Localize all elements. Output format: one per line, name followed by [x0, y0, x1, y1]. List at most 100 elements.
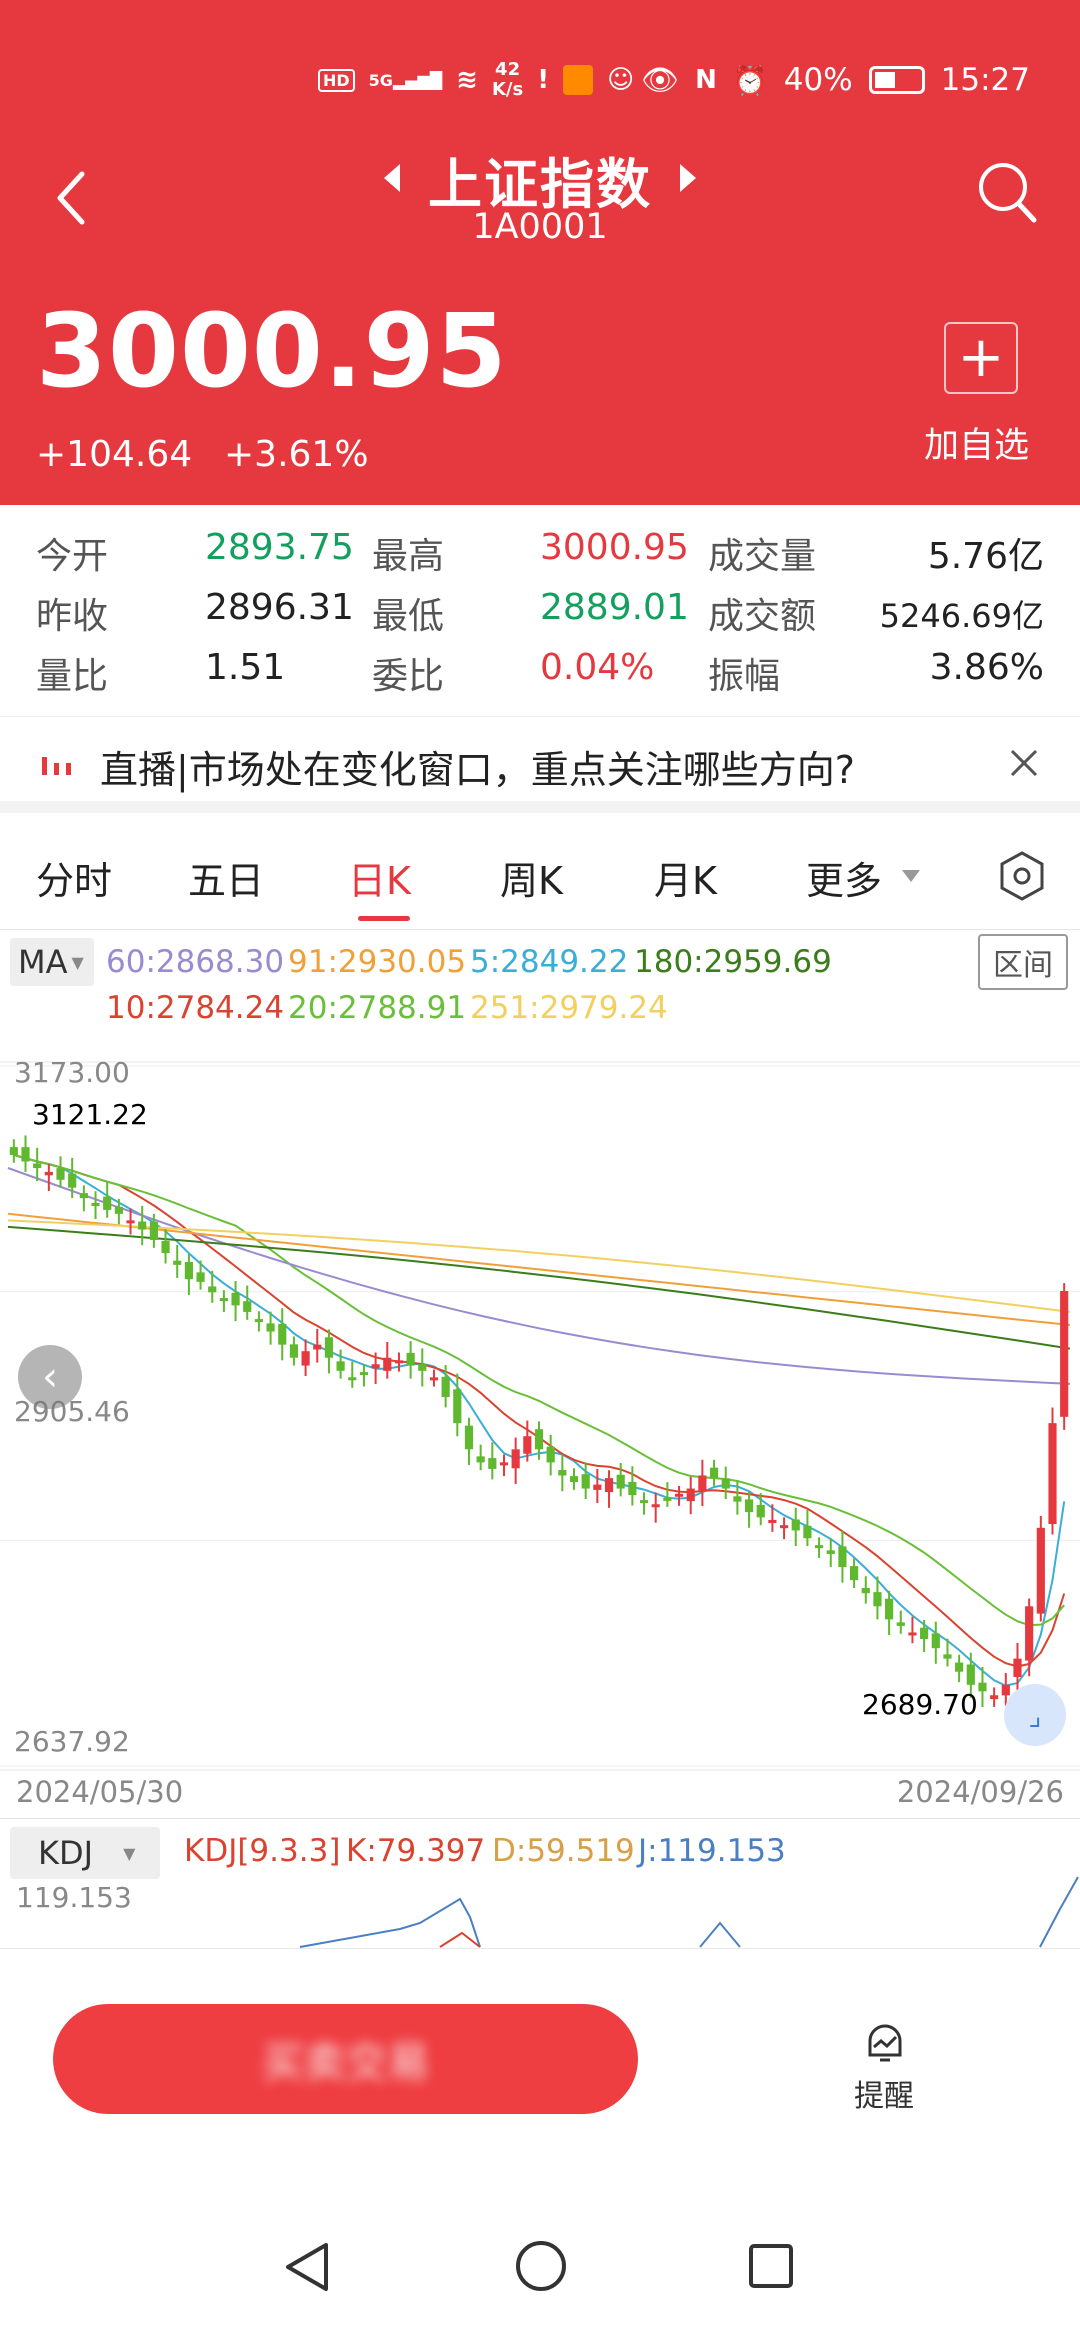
search-icon[interactable]	[976, 160, 1038, 226]
candle-body	[674, 1493, 684, 1497]
candle-body	[569, 1476, 579, 1483]
candle-body	[488, 1458, 497, 1469]
candle-body	[464, 1425, 474, 1450]
eye-icon: 👁	[641, 62, 680, 98]
candle-body	[955, 1662, 964, 1672]
fullscreen-button[interactable]: ⌟	[1004, 1684, 1066, 1746]
candle-body	[651, 1504, 660, 1508]
plus-icon: +	[957, 325, 1005, 390]
candle-body	[1025, 1606, 1034, 1661]
header: HD 5G▂▄▆█ ≋ 42 K/s ! ☺ 👁 N ⏰ 40% 15:27 上证…	[0, 0, 1080, 505]
quote-label: 委比	[372, 656, 445, 697]
candle-body	[68, 1173, 77, 1188]
candle-body	[616, 1474, 625, 1489]
candle-body	[103, 1196, 112, 1210]
candle-body	[196, 1272, 205, 1282]
alert-icon: !	[537, 65, 550, 95]
quote-value: 0.04%	[540, 647, 655, 688]
kdj-lines	[299, 1876, 1079, 1948]
bell-alert-icon[interactable]	[862, 2019, 908, 2065]
ma-selector[interactable]: MA ▼	[10, 938, 94, 986]
candle-body	[359, 1372, 369, 1376]
add-watchlist-button[interactable]: +	[944, 322, 1018, 394]
kdj-panel: KDJ ▼ KDJ[9.3.3] K:79.397 D:59.519 J:119.…	[0, 1818, 1080, 1948]
hd-icon: HD	[318, 68, 355, 92]
candle-body	[721, 1478, 730, 1489]
tab-weekly-k[interactable]: 周K	[500, 850, 563, 905]
chart-scroll-left-button[interactable]: ‹	[18, 1345, 82, 1409]
kline-chart[interactable]: 3173.00 2905.46 2637.92 3121.22 2689.70 …	[0, 1040, 1080, 1809]
live-bars-icon	[42, 757, 71, 775]
ma20-value: 20:2788.91	[288, 990, 467, 1026]
candle-body	[114, 1206, 123, 1214]
candle-body	[558, 1470, 567, 1476]
candle-body	[406, 1352, 415, 1366]
ma60-value: 60:2868.30	[106, 944, 285, 980]
candle-body	[639, 1500, 649, 1504]
live-banner[interactable]: 直播|市场处在变化窗口，重点关注哪些方向?	[0, 716, 1080, 813]
candle-body	[768, 1519, 777, 1523]
tab-intraday[interactable]: 分时	[36, 850, 112, 905]
period-tabs: 分时 五日 日K 周K 月K 更多	[0, 820, 1080, 930]
add-watchlist-label[interactable]: 加自选	[924, 417, 1029, 468]
candle-body	[838, 1546, 847, 1568]
candle-body	[208, 1286, 217, 1293]
quote-label: 最高	[372, 536, 445, 577]
status-bar-left: HD 5G▂▄▆█ ≋ 42 K/s ! ☺	[318, 52, 634, 108]
candle-body	[523, 1436, 532, 1454]
next-stock-icon[interactable]	[676, 160, 700, 196]
settings-hex-icon[interactable]	[998, 850, 1046, 902]
price-change: +104.64	[36, 434, 193, 475]
quote-label: 成交量	[708, 536, 817, 577]
quote-value: 5246.69亿	[879, 597, 1044, 635]
candle-body	[604, 1478, 614, 1493]
close-icon[interactable]	[1008, 747, 1040, 779]
candle-body	[546, 1446, 555, 1463]
quote-value: 2896.31	[205, 587, 354, 628]
candle-body	[418, 1364, 427, 1371]
nav-home-icon[interactable]	[514, 2239, 568, 2293]
candle-body	[896, 1622, 905, 1626]
candle-body	[803, 1525, 812, 1539]
candle-body	[266, 1323, 275, 1332]
stock-code: 1A0001	[472, 207, 608, 247]
quote-label: 最低	[372, 596, 445, 637]
candle-body	[815, 1545, 824, 1549]
x-axis-start-label: 2024/05/30	[16, 1775, 184, 1809]
kline-svg[interactable]	[0, 1040, 1080, 1780]
range-button[interactable]: 区间	[978, 934, 1068, 990]
nav-back-icon[interactable]	[282, 2239, 334, 2295]
candle-body	[278, 1323, 287, 1345]
candle-body	[1001, 1684, 1010, 1696]
current-price: 3000.95	[36, 292, 508, 411]
trade-button[interactable]: 买卖交易	[53, 2004, 638, 2114]
bottom-area: 买卖交易 提醒	[0, 1948, 1080, 2340]
quote-value: 2889.01	[540, 587, 689, 628]
candle-body	[371, 1364, 380, 1369]
tab-monthly-k[interactable]: 月K	[654, 850, 717, 905]
candle-body	[33, 1163, 42, 1169]
candle-body	[873, 1592, 882, 1607]
candle-body	[943, 1654, 952, 1659]
candle-body	[476, 1456, 485, 1463]
alert-label[interactable]: 提醒	[854, 2071, 914, 2115]
candle-body	[826, 1550, 835, 1554]
candle-body	[429, 1377, 439, 1381]
candle-body	[91, 1202, 100, 1206]
candle-body	[709, 1467, 719, 1479]
tab-more[interactable]: 更多	[806, 850, 882, 905]
quote-label: 昨收	[36, 596, 109, 637]
candle-body	[966, 1664, 975, 1685]
tab-five-day[interactable]: 五日	[188, 850, 264, 905]
candle-body	[1060, 1291, 1069, 1417]
chevron-down-icon	[902, 870, 920, 882]
net-speed: 42 K/s	[491, 59, 524, 100]
candle-body	[978, 1682, 987, 1692]
battery-percent: 40%	[783, 62, 853, 98]
ma-selector-label: MA	[18, 943, 68, 981]
nav-recents-icon[interactable]	[746, 2241, 796, 2291]
tab-daily-k[interactable]: 日K	[348, 850, 411, 905]
candle-body	[733, 1496, 742, 1502]
high-marker-label: 3121.22	[32, 1098, 148, 1131]
y-axis-top-label: 3173.00	[14, 1056, 130, 1089]
